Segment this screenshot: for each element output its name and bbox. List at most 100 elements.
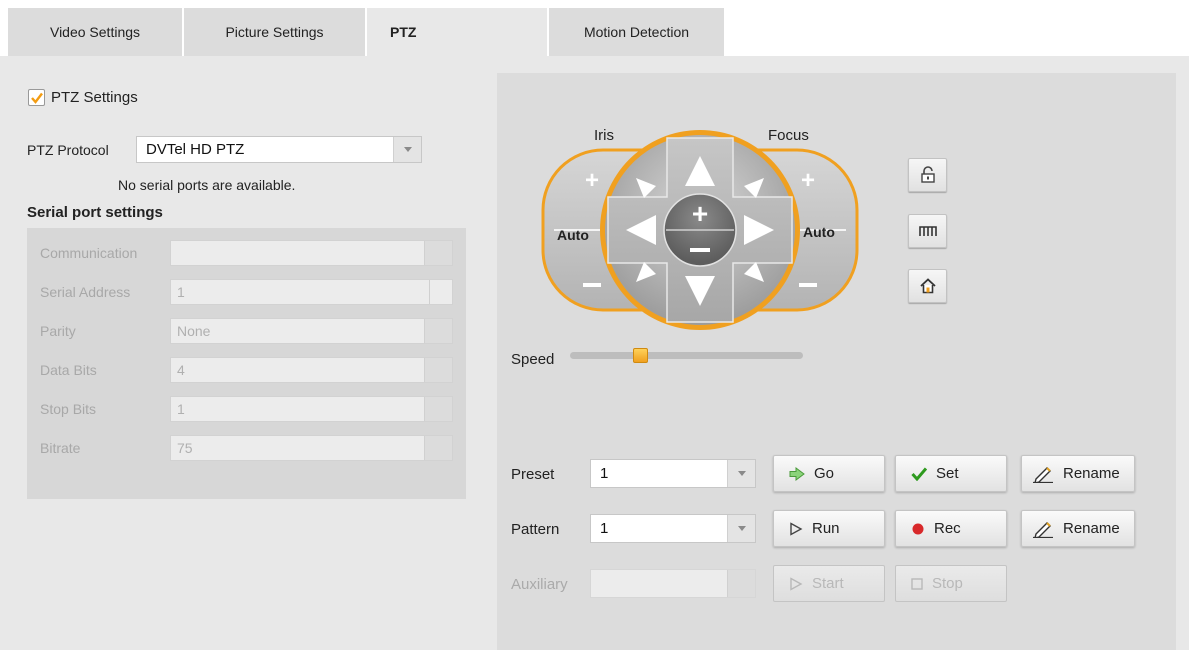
auxiliary-label: Auxiliary [511, 576, 568, 593]
chevron-down-icon [424, 319, 452, 343]
pattern-value: 1 [600, 520, 609, 537]
home-icon [919, 278, 936, 294]
ptz-protocol-label: PTZ Protocol [27, 142, 109, 158]
zoom-out-icon [690, 248, 710, 252]
auxiliary-start-button: Start [773, 565, 885, 602]
chevron-down-icon [727, 570, 755, 597]
ptz-protocol-select[interactable]: DVTel HD PTZ [136, 136, 422, 163]
play-icon [789, 466, 805, 481]
stop-icon [911, 577, 923, 590]
chevron-down-icon [424, 436, 452, 460]
chevron-down-icon [393, 137, 421, 162]
tab-label: Video Settings [49, 24, 141, 40]
preset-select[interactable]: 1 [590, 459, 756, 488]
pan-right-icon [744, 215, 774, 245]
speed-label: Speed [511, 351, 555, 368]
pattern-run-button[interactable]: Run [773, 510, 885, 547]
tab-label: PTZ [390, 24, 417, 40]
record-icon [912, 523, 924, 534]
ptz-settings-checkbox[interactable] [28, 89, 45, 106]
tab-picture-settings[interactable]: Picture Settings [184, 8, 366, 56]
data-bits-label: Data Bits [40, 362, 97, 378]
chevron-down-icon [424, 241, 452, 265]
auxiliary-stop-button: Stop [895, 565, 1007, 602]
home-button[interactable] [908, 269, 947, 303]
tab-motion-detection[interactable]: Motion Detection [549, 8, 725, 56]
iris-open-icon: + [585, 167, 599, 194]
checkmark-icon [911, 467, 927, 481]
menu-button[interactable] [908, 214, 947, 248]
edit-icon [1033, 466, 1053, 483]
stop-label: Stop [932, 575, 963, 592]
bitrate-value: 75 [177, 440, 193, 456]
rec-label: Rec [934, 520, 961, 537]
edit-icon [1033, 521, 1053, 538]
menu-icon [918, 226, 937, 236]
tab-label: Motion Detection [583, 24, 690, 40]
preset-label: Preset [511, 466, 555, 483]
tab-label: Picture Settings [225, 24, 324, 40]
check-icon [31, 92, 43, 104]
ptz-settings-label: PTZ Settings [51, 89, 138, 106]
stop-bits-select: 1 [170, 396, 453, 422]
auxiliary-select [590, 569, 756, 598]
pattern-rec-button[interactable]: Rec [895, 510, 1007, 547]
unlock-icon [920, 166, 935, 183]
go-label: Go [814, 465, 835, 482]
pan-left-icon [626, 215, 656, 245]
pan-up-left-icon [636, 178, 656, 198]
focus-near-icon: + [801, 167, 815, 194]
lock-button[interactable] [908, 158, 947, 192]
focus-far-icon [799, 283, 817, 287]
serial-address-field: 1 [170, 279, 453, 305]
pan-up-icon [685, 156, 715, 186]
start-label: Start [812, 575, 844, 592]
rename-label: Rename [1063, 520, 1120, 537]
stop-bits-value: 1 [177, 401, 185, 417]
bitrate-select: 75 [170, 435, 453, 461]
parity-label: Parity [40, 323, 76, 339]
preset-rename-button[interactable]: Rename [1021, 455, 1135, 492]
pan-up-right-icon [744, 178, 764, 198]
play-outline-icon [790, 521, 803, 536]
chevron-down-icon [727, 515, 755, 542]
pan-down-left-icon [636, 262, 656, 282]
serial-status-message: No serial ports are available. [118, 177, 296, 193]
tab-underline [0, 56, 1189, 64]
preset-go-button[interactable]: Go [773, 455, 885, 492]
iris-auto-button[interactable]: Auto [557, 227, 589, 243]
run-label: Run [812, 520, 840, 537]
stepper-icon [429, 280, 452, 304]
serial-address-value: 1 [177, 284, 185, 300]
tab-video-settings[interactable]: Video Settings [8, 8, 183, 56]
bitrate-label: Bitrate [40, 440, 81, 456]
chevron-down-icon [424, 358, 452, 382]
ptz-protocol-value: DVTel HD PTZ [146, 141, 245, 158]
pattern-rename-button[interactable]: Rename [1021, 510, 1135, 547]
pattern-select[interactable]: 1 [590, 514, 756, 543]
pan-down-right-icon [744, 262, 764, 282]
focus-auto-button[interactable]: Auto [803, 224, 835, 240]
speed-slider-thumb[interactable] [632, 348, 648, 363]
serial-address-label: Serial Address [40, 284, 131, 300]
chevron-down-icon [424, 397, 452, 421]
set-label: Set [936, 465, 959, 482]
chevron-down-icon [727, 460, 755, 487]
speed-slider-track[interactable] [570, 352, 803, 359]
pattern-label: Pattern [511, 521, 560, 538]
parity-value: None [177, 323, 211, 339]
stop-bits-label: Stop Bits [40, 401, 97, 417]
play-outline-icon [790, 576, 803, 591]
parity-select: None [170, 318, 453, 344]
data-bits-value: 4 [177, 362, 185, 378]
serial-settings-heading: Serial port settings [27, 204, 163, 221]
preset-value: 1 [600, 465, 609, 482]
zoom-in-icon: + [692, 198, 708, 229]
communication-select [170, 240, 453, 266]
iris-close-icon [583, 283, 601, 287]
tab-ptz[interactable]: PTZ [367, 8, 548, 56]
pan-down-icon [685, 276, 715, 306]
data-bits-select: 4 [170, 357, 453, 383]
preset-set-button[interactable]: Set [895, 455, 1007, 492]
communication-label: Communication [40, 245, 138, 261]
